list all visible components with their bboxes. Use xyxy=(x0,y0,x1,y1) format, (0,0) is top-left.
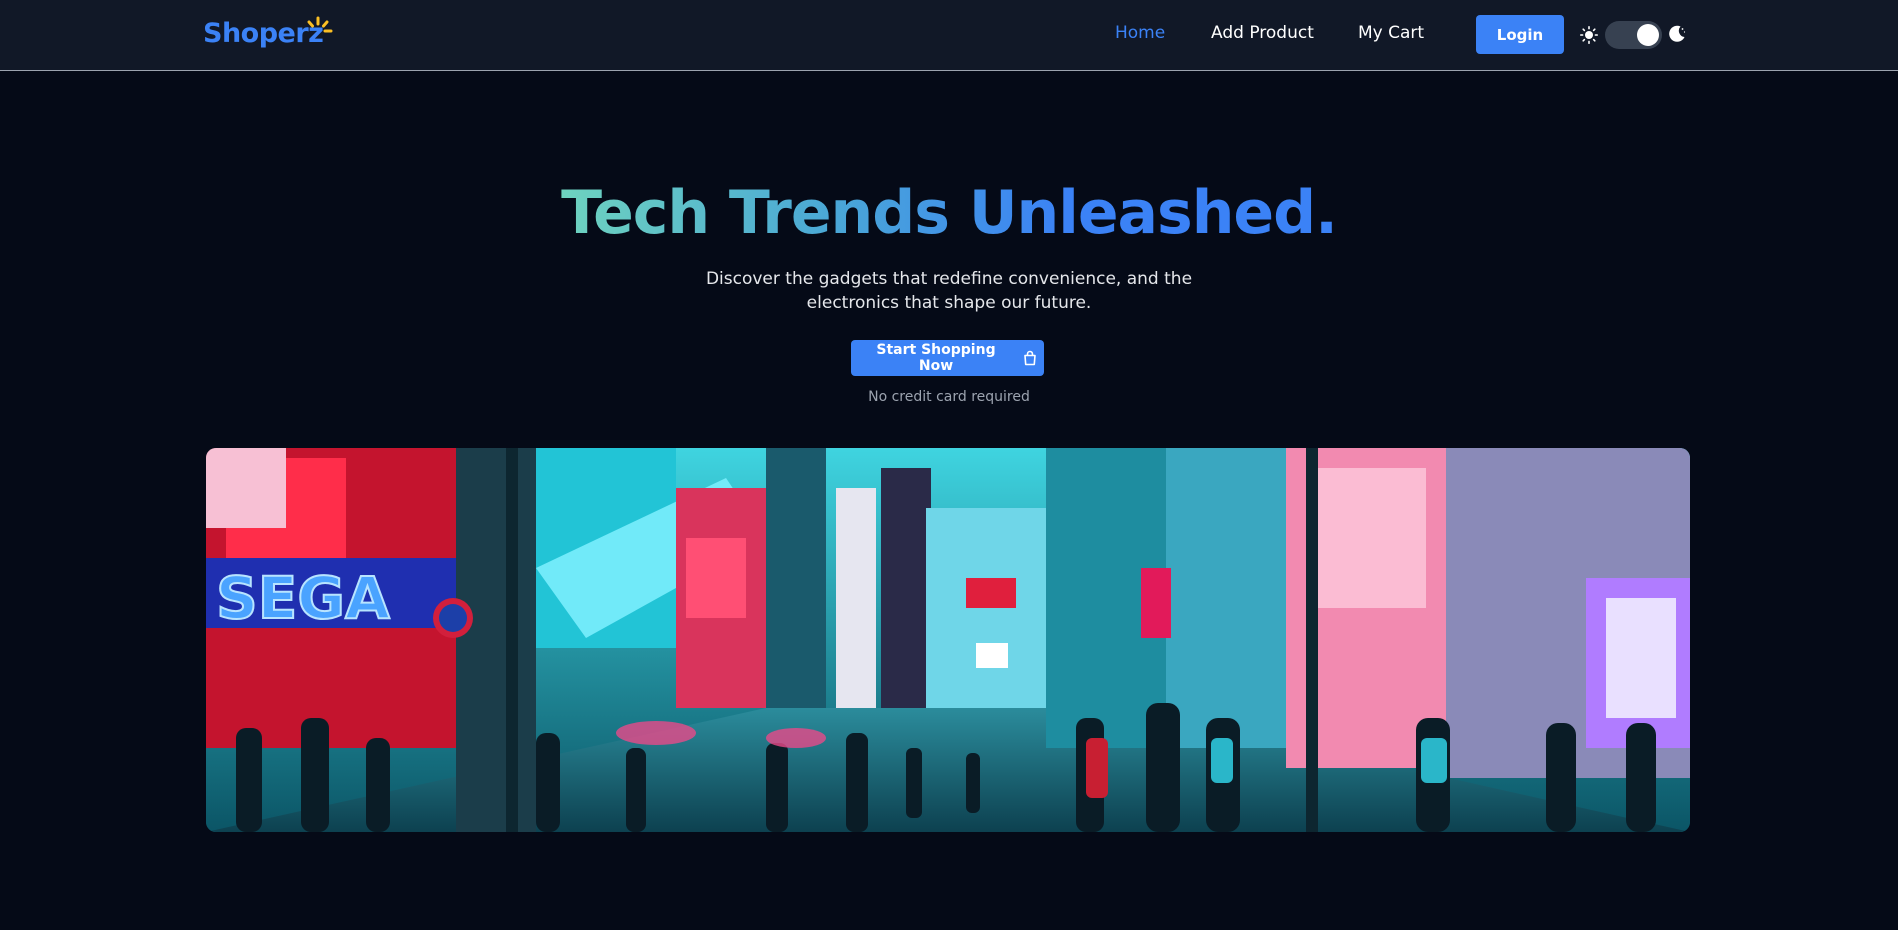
hero-image: SEGA xyxy=(206,448,1690,832)
no-credit-card-note: No credit card required xyxy=(868,389,1030,405)
nav-my-cart-link[interactable]: My Cart xyxy=(1358,23,1424,43)
login-button[interactable]: Login xyxy=(1476,15,1564,54)
svg-text:SEGA: SEGA xyxy=(216,564,390,632)
toggle-knob xyxy=(1637,24,1659,46)
hero-title: Tech Trends Unleashed. xyxy=(0,176,1898,250)
shopping-bag-icon xyxy=(1024,350,1036,366)
start-shopping-button[interactable]: Start Shopping Now xyxy=(851,340,1044,376)
navbar: Shoperz Home Add Product My Cart Login xyxy=(0,0,1898,71)
nav-add-product-link[interactable]: Add Product xyxy=(1211,23,1314,43)
sun-icon xyxy=(1580,26,1598,44)
nav-home-link[interactable]: Home xyxy=(1115,23,1165,43)
hero-description: Discover the gadgets that redefine conve… xyxy=(705,269,1193,313)
theme-toggle[interactable] xyxy=(1605,21,1662,49)
hero-title-text: Tech Trends Unleashed. xyxy=(561,178,1338,248)
moon-icon xyxy=(1669,25,1686,42)
start-shopping-label: Start Shopping Now xyxy=(876,342,996,374)
sparkle-icon xyxy=(307,16,333,33)
neon-street-illustration: SEGA xyxy=(206,448,1690,832)
